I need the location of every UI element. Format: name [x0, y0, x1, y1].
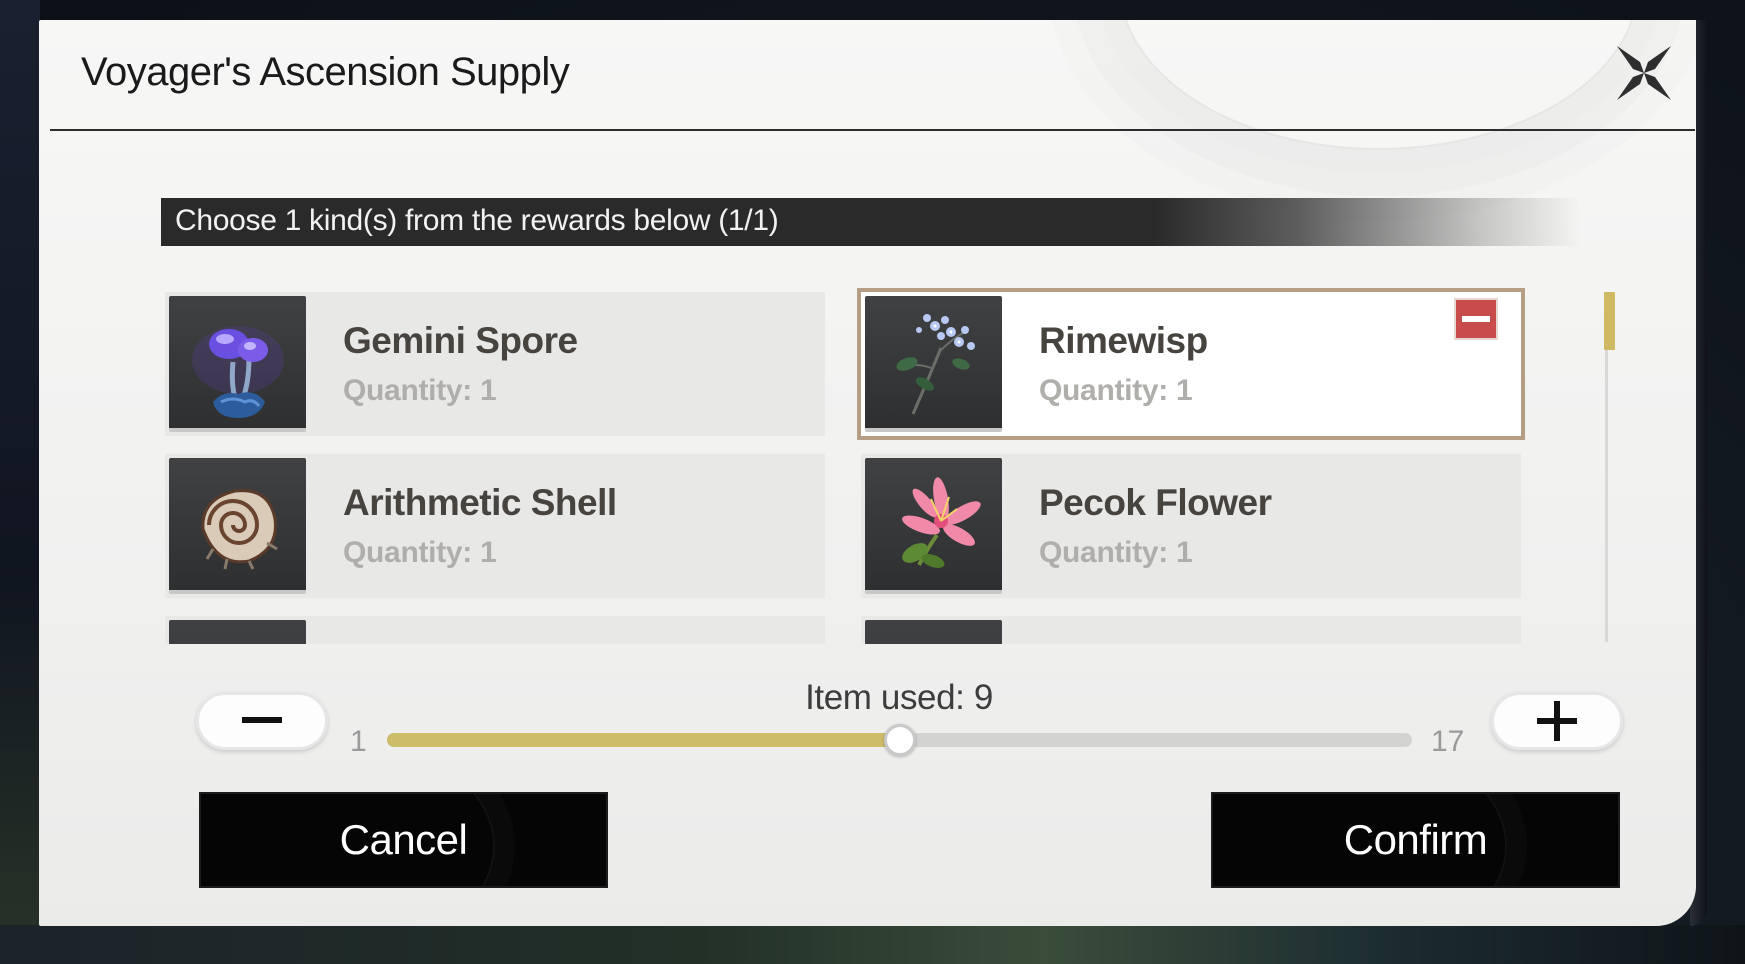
reward-card-arithmetic-shell[interactable]: Arithmetic Shell Quantity: 1	[165, 454, 825, 598]
arithmetic-shell-icon	[200, 489, 278, 570]
background-left	[0, 0, 40, 964]
plus-icon	[1537, 701, 1577, 741]
header-divider	[50, 129, 1695, 131]
decrease-button[interactable]	[196, 692, 328, 750]
reward-thumbnail	[169, 458, 306, 594]
increase-button[interactable]	[1491, 692, 1623, 750]
minus-icon	[242, 717, 282, 723]
reward-quantity: Quantity: 1	[343, 374, 497, 407]
minus-icon	[1462, 316, 1490, 322]
reward-list[interactable]: Gemini Spore Quantity: 1 Rimewisp Quanti…	[161, 288, 1581, 644]
reward-card-partial[interactable]	[861, 616, 1521, 644]
background-bottom	[0, 925, 1745, 964]
reward-card-gemini-spore[interactable]: Gemini Spore Quantity: 1	[165, 292, 825, 436]
reward-card-partial[interactable]	[165, 616, 825, 644]
reward-name: Rimewisp	[1039, 320, 1208, 361]
item-used-label: Item used: 9	[805, 678, 993, 717]
gemini-spore-icon	[191, 326, 284, 418]
reward-name: Pecok Flower	[1039, 482, 1272, 523]
reward-dialog: Voyager's Ascension Supply Choose 1 kind…	[39, 20, 1696, 926]
rimewisp-icon	[895, 314, 975, 415]
slider-fill	[387, 733, 900, 747]
scrollbar-thumb[interactable]	[1604, 292, 1615, 350]
slider-min-value: 1	[350, 725, 367, 758]
confirm-button-label: Confirm	[1343, 816, 1488, 863]
reward-name: Gemini Spore	[343, 320, 578, 361]
close-icon	[1617, 46, 1671, 100]
reward-thumbnail	[865, 296, 1002, 432]
reward-thumbnail	[169, 620, 306, 644]
reward-quantity: Quantity: 1	[343, 536, 497, 569]
reward-thumbnail	[169, 296, 306, 432]
reward-thumbnail	[865, 620, 1002, 644]
deselect-button[interactable]	[1454, 298, 1498, 340]
cancel-button[interactable]: Cancel	[199, 792, 608, 888]
cancel-button-label: Cancel	[339, 816, 468, 863]
reward-thumbnail	[865, 458, 1002, 594]
banner-text: Choose 1 kind(s) from the rewards below …	[175, 204, 779, 237]
confirm-button[interactable]: Confirm	[1211, 792, 1620, 888]
slider-handle[interactable]	[883, 724, 916, 756]
reward-instruction-banner: Choose 1 kind(s) from the rewards below …	[161, 198, 1581, 246]
dialog-title: Voyager's Ascension Supply	[81, 50, 570, 94]
quantity-slider[interactable]	[387, 724, 1412, 756]
reward-name: Arithmetic Shell	[343, 482, 617, 523]
reward-quantity: Quantity: 1	[1039, 536, 1193, 569]
reward-quantity: Quantity: 1	[1039, 374, 1193, 407]
reward-card-rimewisp[interactable]: Rimewisp Quantity: 1	[857, 288, 1525, 440]
close-button[interactable]	[1609, 38, 1679, 108]
pecok-flower-icon	[901, 477, 981, 568]
reward-card-pecok-flower[interactable]: Pecok Flower Quantity: 1	[861, 454, 1521, 598]
slider-max-value: 17	[1431, 725, 1465, 758]
